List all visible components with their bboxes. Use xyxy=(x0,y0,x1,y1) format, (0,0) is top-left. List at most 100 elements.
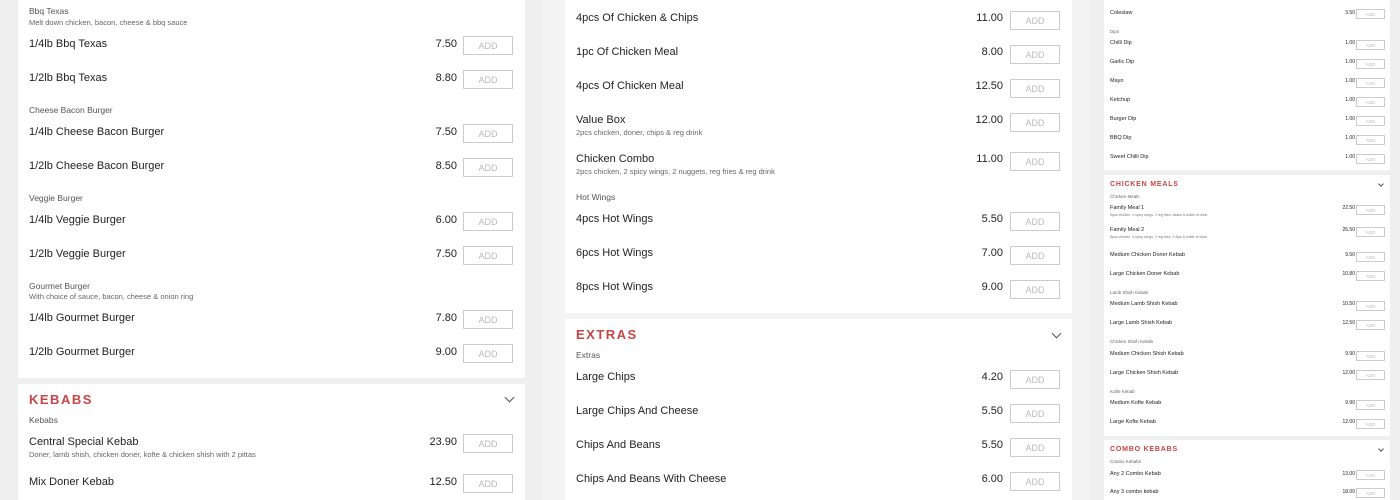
section-title-kebabs[interactable]: KEBABS xyxy=(29,392,93,407)
chevron-down-icon[interactable] xyxy=(1051,328,1062,339)
item-name: Chips And Beans xyxy=(576,439,661,451)
item-price: 4.20 xyxy=(981,371,1003,383)
add-button[interactable]: ADD xyxy=(463,246,513,265)
add-button[interactable]: ADD xyxy=(1356,205,1385,215)
add-button[interactable]: ADD xyxy=(1356,97,1385,107)
item-price: 9.50 xyxy=(1345,252,1355,258)
add-button[interactable]: ADD xyxy=(1356,400,1385,410)
add-button[interactable]: ADD xyxy=(1010,45,1060,64)
item-name: 1/4lb Veggie Burger xyxy=(29,214,126,226)
chevron-down-icon[interactable] xyxy=(1378,446,1384,452)
add-button[interactable]: ADD xyxy=(1356,135,1385,145)
kebabs-card: KEBABS Kebabs Central Special Kebab Done… xyxy=(18,384,525,500)
add-button[interactable]: ADD xyxy=(463,474,513,493)
add-button[interactable]: ADD xyxy=(463,344,513,363)
item-price: 1.00 xyxy=(1345,154,1355,160)
add-button[interactable]: ADD xyxy=(1010,79,1060,98)
add-button[interactable]: ADD xyxy=(1356,470,1385,480)
item-price: 10.50 xyxy=(1342,301,1355,307)
add-button[interactable]: ADD xyxy=(1356,9,1385,19)
section-title-combo-kebabs[interactable]: COMBO KEBABS xyxy=(1110,446,1178,453)
menu-column-2: 4pcs Of Chicken & Chips 11.00 ADD 1pc Of… xyxy=(543,0,1090,500)
add-button[interactable]: ADD xyxy=(1356,370,1385,380)
add-button[interactable]: ADD xyxy=(463,70,513,89)
group-title: Cheese Bacon Burger xyxy=(29,105,113,115)
item-name: Garlic Dip xyxy=(1110,59,1135,65)
item-price: 10.80 xyxy=(1342,271,1355,277)
add-button[interactable]: ADD xyxy=(1010,280,1060,299)
group-title: Kebabs xyxy=(29,415,58,425)
item-price: 12.00 xyxy=(1342,370,1355,376)
add-button[interactable]: ADD xyxy=(1010,438,1060,457)
group-title: Hot Wings xyxy=(576,192,616,202)
item-price: 22.50 xyxy=(1342,205,1355,211)
item-name: Value Box xyxy=(576,114,626,126)
add-button[interactable]: ADD xyxy=(1356,40,1385,50)
chevron-down-icon[interactable] xyxy=(1378,181,1384,187)
item-name: Medium Lamb Shish Kebab xyxy=(1110,301,1178,307)
add-button[interactable]: ADD xyxy=(1356,271,1385,281)
burgers-card: Bbq Texas Melt down chicken, bacon, chee… xyxy=(18,0,525,378)
add-button[interactable]: ADD xyxy=(1356,320,1385,330)
item-price: 26.50 xyxy=(1342,227,1355,233)
add-button[interactable]: ADD xyxy=(1356,351,1385,361)
add-button[interactable]: ADD xyxy=(1356,419,1385,429)
item-name: Chilli Dip xyxy=(1110,40,1132,46)
item-price: 7.50 xyxy=(435,126,457,138)
add-button[interactable]: ADD xyxy=(1010,212,1060,231)
item-name: Any 3 combo kebab xyxy=(1110,489,1159,495)
item-price: 8.50 xyxy=(435,160,457,172)
item-name: Large Chicken Shish Kebab xyxy=(1110,370,1179,376)
item-desc: 2pcs chicken, 2 spicy wings, 2 nuggets, … xyxy=(576,167,775,176)
group-desc: With choice of sauce, bacon, cheese & on… xyxy=(29,292,194,301)
item-price: 9.00 xyxy=(435,346,457,358)
add-button[interactable]: ADD xyxy=(1010,246,1060,265)
add-button[interactable]: ADD xyxy=(1356,78,1385,88)
add-button[interactable]: ADD xyxy=(1356,154,1385,164)
item-name: Burger Dip xyxy=(1110,116,1137,122)
combo-kebabs-card: COMBO KEBABS Combo Kebabs Any 2 Combo Ke… xyxy=(1104,440,1390,500)
add-button[interactable]: ADD xyxy=(463,36,513,55)
add-button[interactable]: ADD xyxy=(463,434,513,453)
item-name: Family Meal 1 xyxy=(1110,205,1145,211)
item-price: 11.00 xyxy=(976,153,1003,165)
item-name: 1/4lb Bbq Texas xyxy=(29,38,108,50)
item-name: 1/2lb Bbq Texas xyxy=(29,72,108,84)
add-button[interactable]: ADD xyxy=(463,310,513,329)
add-button[interactable]: ADD xyxy=(1356,301,1385,311)
add-button[interactable]: ADD xyxy=(1356,488,1385,498)
add-button[interactable]: ADD xyxy=(463,212,513,231)
item-price: 7.80 xyxy=(435,312,457,324)
add-button[interactable]: ADD xyxy=(463,158,513,177)
add-button[interactable]: ADD xyxy=(1356,227,1385,237)
section-title-extras[interactable]: EXTRAS xyxy=(576,327,638,342)
item-price: 7.50 xyxy=(435,38,457,50)
add-button[interactable]: ADD xyxy=(1356,116,1385,126)
item-price: 8.00 xyxy=(981,46,1003,58)
item-price: 3.50 xyxy=(1345,10,1355,16)
add-button[interactable]: ADD xyxy=(1010,370,1060,389)
item-desc: 2pcs chicken, doner, chips & reg drink xyxy=(576,128,703,137)
chicken-meals-card: CHICKEN MEALS Chicken Meals Family Meal … xyxy=(1104,175,1390,436)
item-price: 12.50 xyxy=(1342,320,1355,326)
group-title: Kofte Kebab xyxy=(1110,389,1135,394)
sides-card: Coleslaw 3.50 ADD Dips Chilli Dip 1.00 A… xyxy=(1104,0,1390,170)
item-name: 8pcs Hot Wings xyxy=(576,281,654,293)
add-button[interactable]: ADD xyxy=(1356,59,1385,69)
item-name: Sweet Chilli Dip xyxy=(1110,154,1149,160)
group-title: Combo Kebabs xyxy=(1110,459,1142,464)
add-button[interactable]: ADD xyxy=(1010,404,1060,423)
add-button[interactable]: ADD xyxy=(1356,252,1385,262)
item-price: 6.00 xyxy=(435,214,457,226)
add-button[interactable]: ADD xyxy=(463,124,513,143)
item-price: 23.90 xyxy=(429,436,457,448)
add-button[interactable]: ADD xyxy=(1010,152,1060,171)
add-button[interactable]: ADD xyxy=(1010,113,1060,132)
add-button[interactable]: ADD xyxy=(1010,11,1060,30)
section-title-chicken-meals[interactable]: CHICKEN MEALS xyxy=(1110,181,1179,188)
add-button[interactable]: ADD xyxy=(1010,472,1060,491)
item-name: Coleslaw xyxy=(1110,10,1133,16)
item-price: 1.00 xyxy=(1345,116,1355,122)
menu-column-3: Coleslaw 3.50 ADD Dips Chilli Dip 1.00 A… xyxy=(1104,0,1390,500)
chevron-down-icon[interactable] xyxy=(504,392,515,403)
